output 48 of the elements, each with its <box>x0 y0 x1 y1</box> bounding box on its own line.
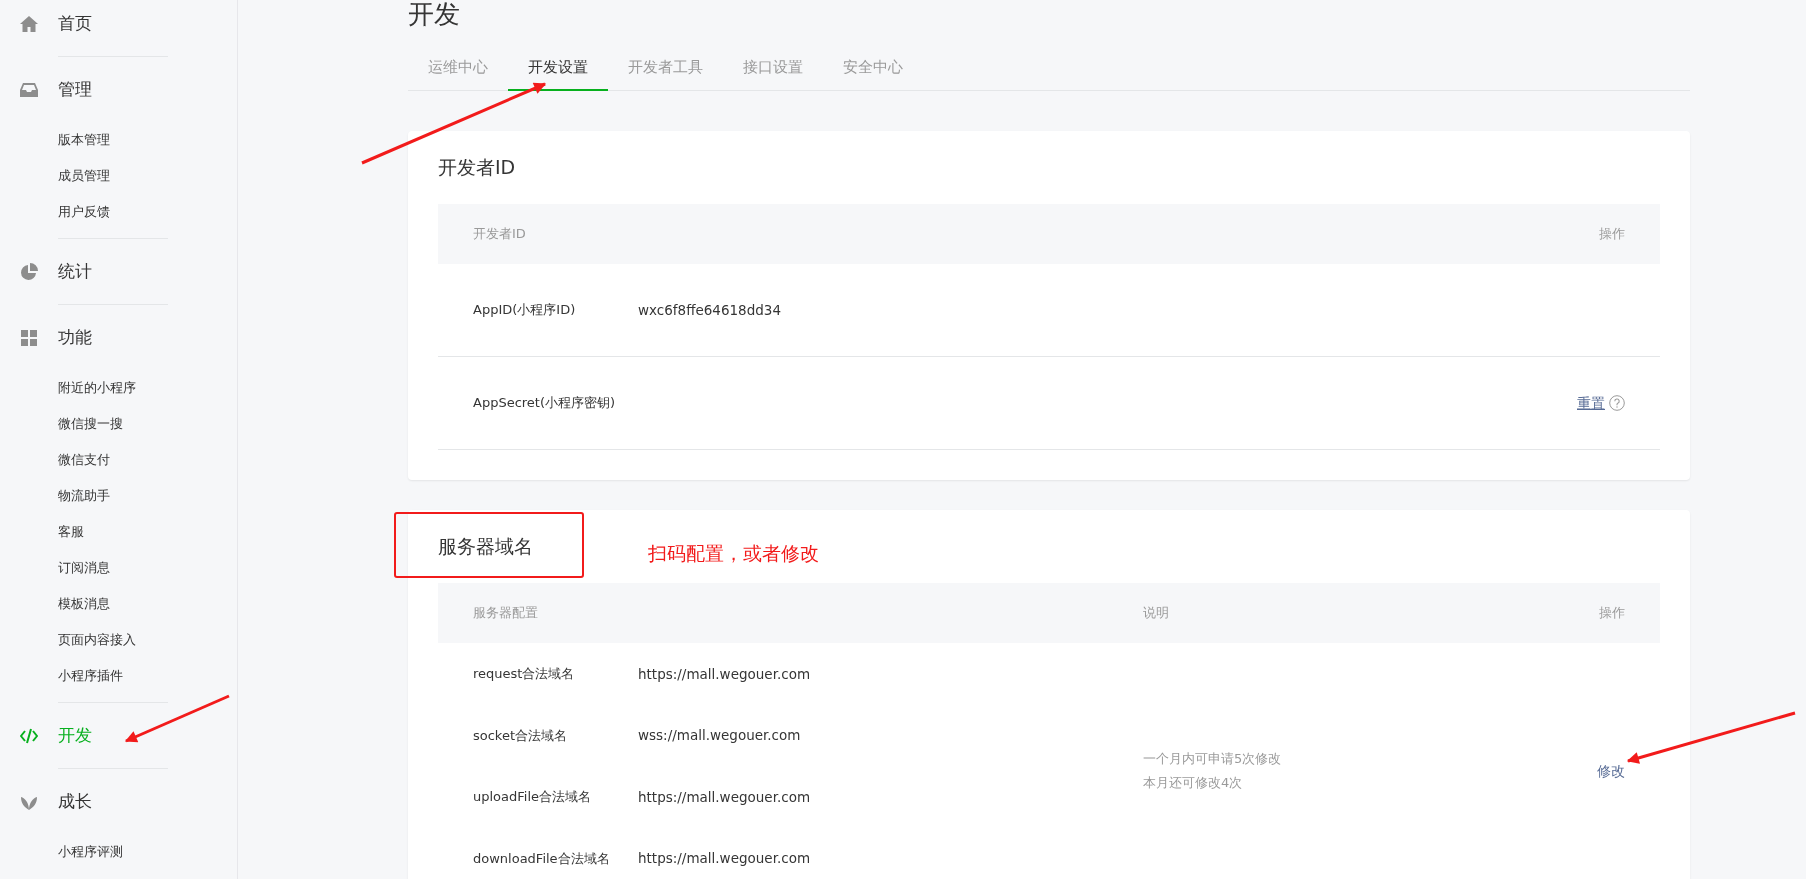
sidebar-subitem[interactable]: 模板消息 <box>0 586 237 622</box>
sidebar-subitem[interactable]: 用户反馈 <box>0 194 237 230</box>
note-text: 本月还可修改4次 <box>1143 774 1244 792</box>
reset-link[interactable]: 重置 <box>1577 392 1605 414</box>
table-cell-text: https://mall.wegouer.com <box>638 664 811 684</box>
sidebar-subitem[interactable]: 成员管理 <box>0 158 237 194</box>
table-cell-text: request合法域名 <box>473 665 576 683</box>
sidebar-item[interactable]: 成长 <box>0 769 237 834</box>
sidebar-subitem[interactable]: 小程序插件 <box>0 658 237 694</box>
grid-icon <box>20 328 38 347</box>
card-title: 开发者ID <box>438 155 516 181</box>
column-header: 说明 <box>1143 604 1170 623</box>
sidebar-subitem[interactable]: 微信支付 <box>0 442 237 478</box>
table-cell-text: downloadFile合法域名 <box>473 849 611 868</box>
sidebar-subitem[interactable]: 订阅消息 <box>0 550 237 586</box>
home-icon <box>20 14 38 33</box>
sidebar-subitem[interactable]: 小程序评测 <box>0 834 237 870</box>
sidebar-item[interactable]: 首页 <box>0 0 237 56</box>
tab[interactable]: 开发设置 <box>508 46 608 91</box>
table-cell-text: socket合法域名 <box>473 726 569 745</box>
modify-link[interactable]: 修改 <box>1597 760 1625 782</box>
sidebar-subitem[interactable]: 页面内容接入 <box>0 622 237 658</box>
card-title: 服务器域名 <box>438 534 533 560</box>
help-icon[interactable] <box>1609 395 1625 411</box>
inbox-icon <box>20 80 38 99</box>
table-cell-text: AppSecret(小程序密钥) <box>473 394 617 413</box>
table-cell-text: AppID(小程序ID) <box>473 301 577 320</box>
column-header: 开发者ID <box>473 225 527 244</box>
annotation-text: 扫码配置，或者修改 <box>648 541 819 566</box>
sidebar-subitem[interactable]: 微信搜一搜 <box>0 406 237 442</box>
table-cell-text: wss://mall.wegouer.com <box>638 726 801 746</box>
sidebar-subitem[interactable]: 附近的小程序 <box>0 370 237 406</box>
sidebar-item[interactable]: 功能 <box>0 305 237 370</box>
table-cell-text: https://mall.wegouer.com <box>638 849 811 869</box>
table-cell-text: https://mall.wegouer.com <box>638 787 811 807</box>
pie-chart-icon <box>20 262 38 281</box>
sidebar-item[interactable]: 统计 <box>0 239 237 304</box>
sidebar-item[interactable]: 管理 <box>0 57 237 122</box>
sidebar-subitem[interactable]: 物流助手 <box>0 478 237 514</box>
code-icon <box>20 726 38 745</box>
sidebar-subitem[interactable]: 客服 <box>0 514 237 550</box>
sidebar-subitem[interactable]: 版本管理 <box>0 122 237 158</box>
table-cell-text: uploadFile合法域名 <box>473 788 593 806</box>
column-header: 操作 <box>1599 604 1625 623</box>
table-cell: wxc6f8ffe64618dd34 <box>638 301 781 318</box>
column-header: 服务器配置 <box>473 604 539 623</box>
page-title: 开发 <box>408 0 461 30</box>
column-header: 操作 <box>1599 225 1625 244</box>
